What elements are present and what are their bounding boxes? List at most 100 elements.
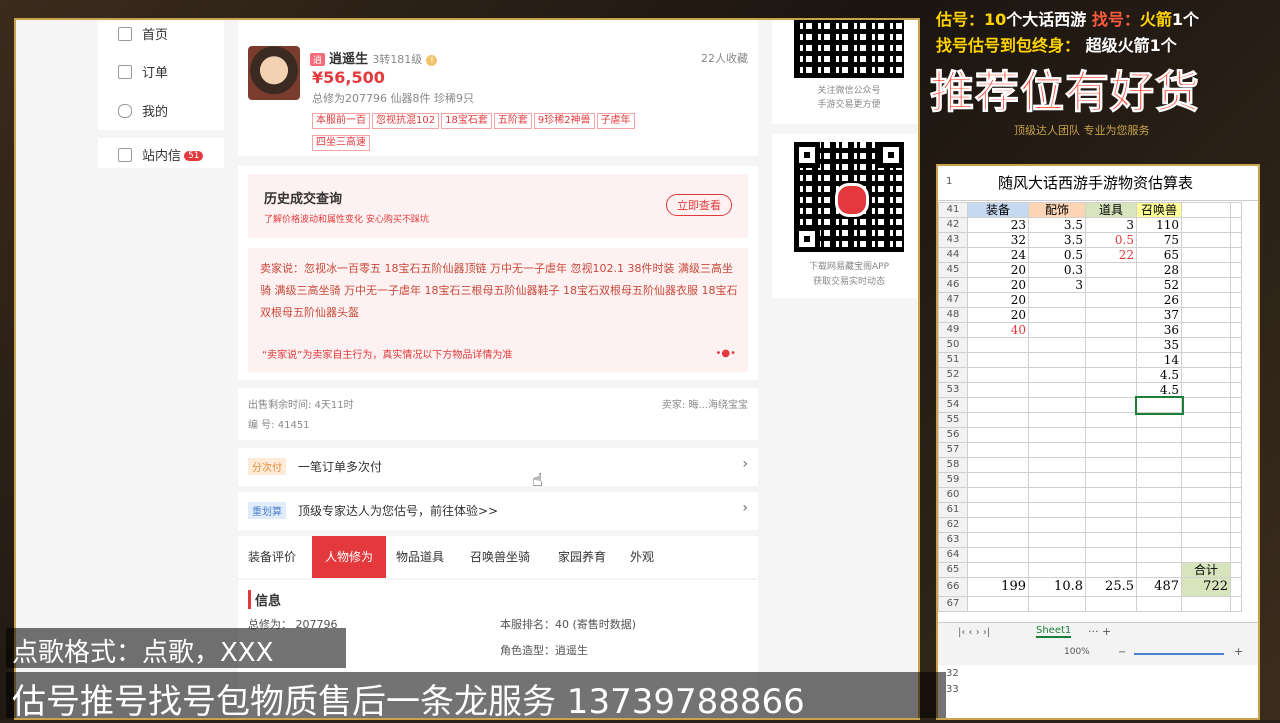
history-query[interactable]: 历史成交查询 了解价格波动和属性变化 安心购买不踩坑 立即查看 bbox=[248, 174, 748, 238]
sheet-cell[interactable] bbox=[967, 352, 1029, 368]
zoom-out-icon[interactable]: − bbox=[1118, 647, 1126, 658]
sheet-cell[interactable] bbox=[1136, 442, 1182, 458]
sheet-row[interactable]: 48 20 37 bbox=[938, 307, 1242, 323]
sheet-row[interactable]: 60 bbox=[938, 487, 1242, 503]
sheet-cell[interactable]: 20 bbox=[967, 292, 1029, 308]
sheet-cell[interactable] bbox=[1085, 367, 1137, 383]
view-now-button[interactable]: 立即查看 bbox=[666, 194, 732, 216]
sheet-cell[interactable]: 4.5 bbox=[1136, 367, 1182, 383]
sheet-cell[interactable]: 32 bbox=[967, 232, 1029, 248]
sheet-row[interactable]: 49 40 36 bbox=[938, 322, 1242, 338]
sheet-cell[interactable]: 4.5 bbox=[1136, 382, 1182, 398]
sheet-cell[interactable] bbox=[1085, 292, 1137, 308]
sheet-cell[interactable] bbox=[1028, 367, 1086, 383]
zoom-slider[interactable] bbox=[1134, 653, 1224, 655]
sheet-row[interactable]: 50 35 bbox=[938, 337, 1242, 353]
sheet-cell[interactable] bbox=[1028, 292, 1086, 308]
sheet-cell[interactable] bbox=[1028, 457, 1086, 473]
sheet-grid[interactable]: 41 装备 配饰 道具 召唤兽 42 23 3.5 3 110 43 32 3.5 0.5 75 4… bbox=[938, 202, 1242, 612]
sheet-cell[interactable] bbox=[1085, 427, 1137, 443]
sheet-cell[interactable] bbox=[1085, 397, 1137, 413]
sheet-cell[interactable] bbox=[967, 457, 1029, 473]
sheet-row[interactable]: 59 bbox=[938, 472, 1242, 488]
nav-inbox[interactable]: 站内信 51 bbox=[98, 138, 224, 168]
sheet-cell[interactable] bbox=[967, 472, 1029, 488]
total-cell[interactable]: 25.5 bbox=[1085, 577, 1137, 597]
sheet-cell[interactable] bbox=[1028, 307, 1086, 323]
sheet-cell[interactable] bbox=[1085, 382, 1137, 398]
sheet-cell[interactable]: 37 bbox=[1136, 307, 1182, 323]
sheet-cell[interactable] bbox=[967, 412, 1029, 428]
total-cell[interactable]: 10.8 bbox=[1028, 577, 1086, 597]
sheet-cell[interactable] bbox=[967, 427, 1029, 443]
sheet-cell[interactable] bbox=[1136, 532, 1182, 548]
sheet-cell[interactable]: 14 bbox=[1136, 352, 1182, 368]
sheet-row[interactable]: 44 24 0.5 22 65 bbox=[938, 247, 1242, 263]
sheet-cell[interactable]: 3.5 bbox=[1028, 232, 1086, 248]
sheet-cell[interactable] bbox=[1136, 517, 1182, 533]
sheet-cell[interactable] bbox=[1028, 427, 1086, 443]
sheet-cell[interactable]: 40 bbox=[967, 322, 1029, 338]
sheet-cell[interactable]: 24 bbox=[967, 247, 1029, 263]
sheet-cell[interactable] bbox=[1028, 352, 1086, 368]
sheet-cell[interactable]: 20 bbox=[967, 307, 1029, 323]
sheet-cell[interactable] bbox=[967, 532, 1029, 548]
sheet-cell[interactable] bbox=[1136, 472, 1182, 488]
sheet-cell[interactable] bbox=[1085, 517, 1137, 533]
total-cell[interactable]: 199 bbox=[967, 577, 1029, 597]
sheet-cell[interactable] bbox=[1085, 412, 1137, 428]
sheet-row[interactable]: 45 20 0.3 28 bbox=[938, 262, 1242, 278]
sheet-row[interactable]: 58 bbox=[938, 457, 1242, 473]
sheet-cell[interactable]: 0.5 bbox=[1028, 247, 1086, 263]
sheet-row[interactable]: 46 20 3 52 bbox=[938, 277, 1242, 293]
sheet-cell[interactable] bbox=[1085, 337, 1137, 353]
sheet-row[interactable]: 52 4.5 bbox=[938, 367, 1242, 383]
sheet-cell[interactable] bbox=[1134, 395, 1184, 415]
zoom-level[interactable]: 100% bbox=[1064, 647, 1090, 657]
sheet-cell[interactable] bbox=[1028, 322, 1086, 338]
sheet-cell[interactable] bbox=[967, 502, 1029, 518]
add-sheet-icon[interactable]: ··· + bbox=[1088, 625, 1111, 638]
sheet-cell[interactable] bbox=[1085, 442, 1137, 458]
sheet-cell[interactable] bbox=[1028, 382, 1086, 398]
sheet-tab[interactable]: Sheet1 bbox=[1036, 625, 1072, 638]
sheet-cell[interactable] bbox=[1085, 502, 1137, 518]
sheet-cell[interactable] bbox=[967, 442, 1029, 458]
sheet-cell[interactable] bbox=[1028, 532, 1086, 548]
sheet-cell[interactable] bbox=[967, 547, 1029, 563]
sheet-cell[interactable]: 75 bbox=[1136, 232, 1182, 248]
sheet-cell[interactable] bbox=[1136, 457, 1182, 473]
sheet-cell[interactable] bbox=[1028, 337, 1086, 353]
sheet-row[interactable]: 42 23 3.5 3 110 bbox=[938, 217, 1242, 233]
tab-appearance[interactable]: 外观 bbox=[630, 548, 654, 565]
sheet-row[interactable]: 62 bbox=[938, 517, 1242, 533]
sheet-cell[interactable]: 52 bbox=[1136, 277, 1182, 293]
sheet-row[interactable]: 43 32 3.5 0.5 75 bbox=[938, 232, 1242, 248]
sheet-cell[interactable] bbox=[1085, 472, 1137, 488]
sheet-cell[interactable] bbox=[1085, 487, 1137, 503]
sheet-nav-arrows[interactable]: |‹ ‹ › ›| bbox=[958, 627, 990, 638]
sheet-cell[interactable] bbox=[1085, 307, 1137, 323]
sheet-cell[interactable] bbox=[1028, 397, 1086, 413]
sheet-cell[interactable] bbox=[1028, 502, 1086, 518]
zoom-in-icon[interactable]: + bbox=[1234, 645, 1243, 658]
tab-cultivation[interactable]: 人物修为 bbox=[312, 536, 386, 578]
nav-mine[interactable]: 我的 bbox=[118, 101, 168, 120]
sheet-cell[interactable] bbox=[1028, 442, 1086, 458]
sheet-cell[interactable]: 110 bbox=[1136, 217, 1182, 233]
total-cell[interactable]: 487 bbox=[1136, 577, 1182, 597]
sheet-cell[interactable]: 20 bbox=[967, 262, 1029, 278]
sheet-row[interactable]: 47 20 26 bbox=[938, 292, 1242, 308]
sheet-cell[interactable]: 3 bbox=[1028, 277, 1086, 293]
sheet-cell[interactable] bbox=[1028, 472, 1086, 488]
sheet-cell[interactable] bbox=[1028, 517, 1086, 533]
sheet-row[interactable]: 57 bbox=[938, 442, 1242, 458]
sheet-cell[interactable] bbox=[1136, 487, 1182, 503]
sheet-cell[interactable]: 3.5 bbox=[1028, 217, 1086, 233]
sheet-cell[interactable]: 65 bbox=[1136, 247, 1182, 263]
sheet-row[interactable]: 55 bbox=[938, 412, 1242, 428]
sheet-row[interactable]: 61 bbox=[938, 502, 1242, 518]
appraisal-row[interactable]: 重划算 顶级专家达人为您估号，前往体验>> › bbox=[238, 492, 758, 530]
installment-row[interactable]: 分次付 一笔订单多次付 › bbox=[238, 448, 758, 486]
sheet-cell[interactable]: 0.3 bbox=[1028, 262, 1086, 278]
